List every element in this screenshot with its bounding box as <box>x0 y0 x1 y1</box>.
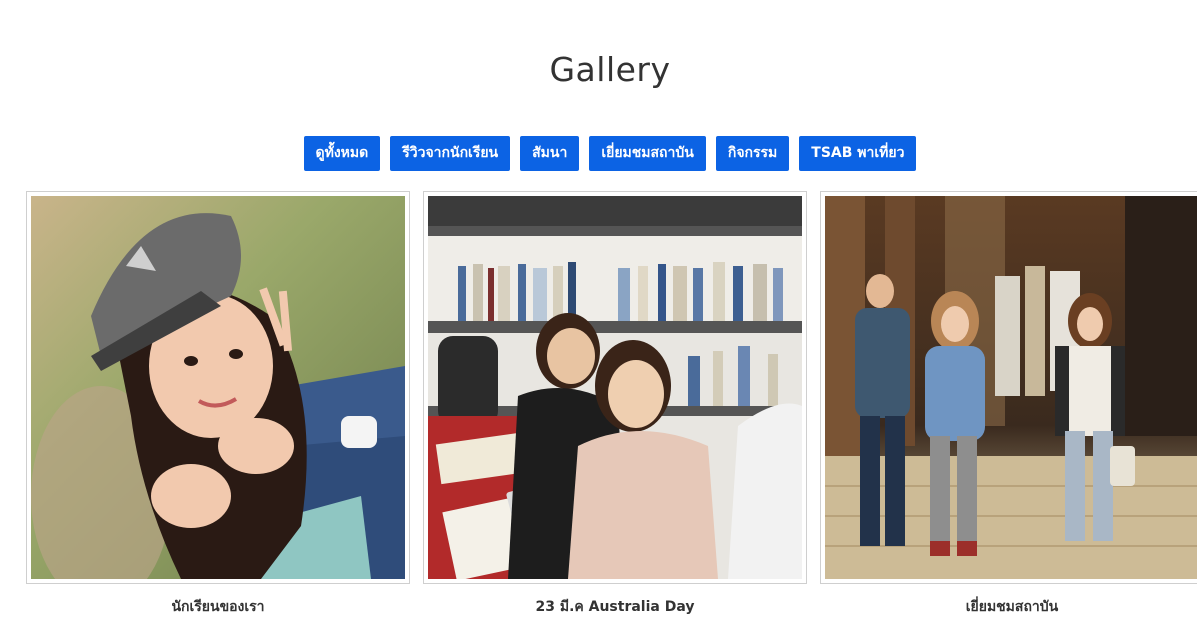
gallery-card: เยี่ยมชมสถาบัน <box>820 191 1197 618</box>
page-title: Gallery <box>549 50 671 89</box>
institute-visit-photo <box>825 196 1197 579</box>
gallery-photo-frame[interactable] <box>26 191 410 584</box>
gallery-photo-frame[interactable] <box>820 191 1197 584</box>
filter-tsab-trips-button[interactable]: TSAB พาเที่ยว <box>799 136 917 171</box>
australia-day-photo <box>428 196 802 579</box>
gallery-caption[interactable]: นักเรียนของเรา <box>26 596 410 618</box>
gallery-grid: นักเรียนของเรา 23 มี.ค Australia Day เยี… <box>26 191 1197 618</box>
filter-activities-button[interactable]: กิจกรรม <box>715 136 790 171</box>
filter-seminar-button[interactable]: สัมนา <box>520 136 580 171</box>
filter-institute-visit-button[interactable]: เยี่ยมชมสถาบัน <box>589 136 706 171</box>
student-portrait-photo <box>31 196 405 579</box>
gallery-caption[interactable]: 23 มี.ค Australia Day <box>423 596 807 618</box>
gallery-caption[interactable]: เยี่ยมชมสถาบัน <box>820 596 1197 618</box>
filter-student-reviews-button[interactable]: รีวิวจากนักเรียน <box>390 136 511 171</box>
gallery-card: 23 มี.ค Australia Day <box>423 191 807 618</box>
gallery-card: นักเรียนของเรา <box>26 191 410 618</box>
filter-all-button[interactable]: ดูทั้งหมด <box>303 136 381 171</box>
filter-bar: ดูทั้งหมด รีวิวจากนักเรียน สัมนา เยี่ยมช… <box>0 136 1197 171</box>
gallery-photo-frame[interactable] <box>423 191 807 584</box>
